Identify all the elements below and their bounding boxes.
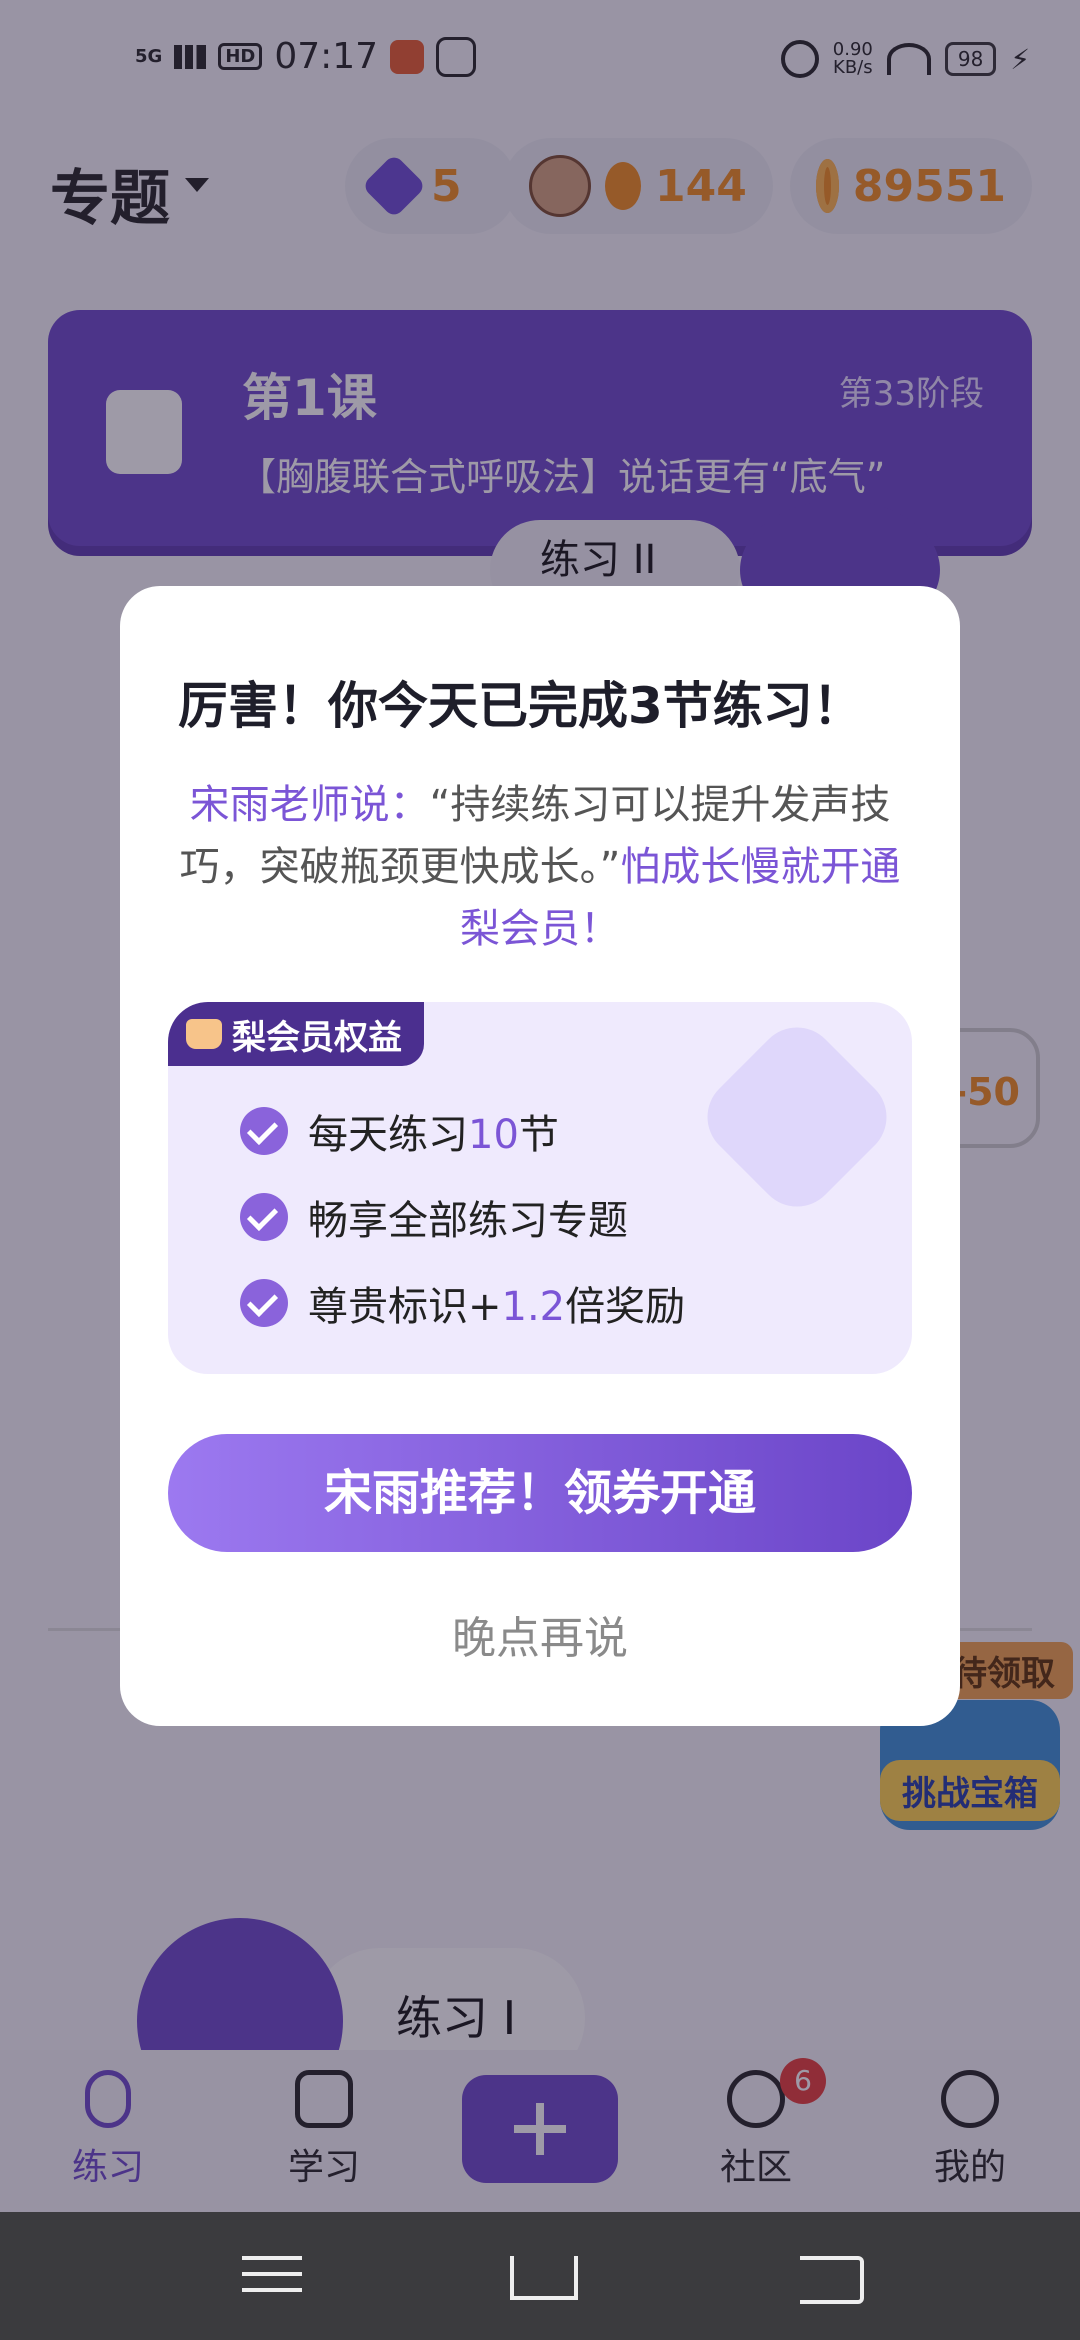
- benefit-post: 节: [518, 1112, 559, 1158]
- badge-decoration-icon: [690, 1010, 904, 1224]
- benefit-post: 倍奖励: [565, 1284, 686, 1330]
- benefit-item: 每天练习10节: [240, 1102, 559, 1160]
- benefit-pre: 畅享全部练习专题: [308, 1198, 628, 1244]
- benefit-pre: 尊贵标识+: [308, 1284, 502, 1330]
- benefit-text: 尊贵标识+1.2倍奖励: [308, 1274, 685, 1332]
- menu-icon[interactable]: [242, 2256, 302, 2296]
- speaker: 宋雨老师说：: [189, 782, 430, 828]
- check-icon: [240, 1107, 288, 1155]
- benefit-text: 畅享全部练习专题: [308, 1188, 628, 1246]
- later-button[interactable]: 晚点再说: [120, 1602, 960, 1666]
- back-icon[interactable]: [800, 2256, 864, 2304]
- benefits-tag: 梨会员权益: [168, 1002, 424, 1066]
- modal-message: 宋雨老师说：“持续练习可以提升发声技巧，突破瓶颈更快成长。”怕成长慢就开通梨会员…: [178, 774, 902, 960]
- benefit-pre: 每天练习: [308, 1112, 468, 1158]
- benefits-title: 梨会员权益: [232, 1017, 402, 1058]
- benefit-num: 10: [468, 1112, 519, 1158]
- home-icon[interactable]: [510, 2256, 578, 2300]
- check-icon: [240, 1193, 288, 1241]
- check-icon: [240, 1279, 288, 1327]
- benefit-text: 每天练习10节: [308, 1102, 559, 1160]
- modal-title: 厉害！你今天已完成3节练习！: [178, 677, 863, 735]
- benefit-item: 尊贵标识+1.2倍奖励: [240, 1274, 685, 1332]
- membership-modal: 厉害！你今天已完成3节练习！ 宋雨老师说：“持续练习可以提升发声技巧，突破瓶颈更…: [120, 586, 960, 1726]
- benefit-num: 1.2: [501, 1284, 566, 1330]
- open-membership-button[interactable]: 宋雨推荐！领券开通: [168, 1434, 912, 1552]
- crown-icon: [186, 1019, 222, 1049]
- benefit-item: 畅享全部练习专题: [240, 1188, 628, 1246]
- benefits-panel: 梨会员权益 每天练习10节 畅享全部练习专题 尊贵标识+1.2倍奖励: [168, 1002, 912, 1374]
